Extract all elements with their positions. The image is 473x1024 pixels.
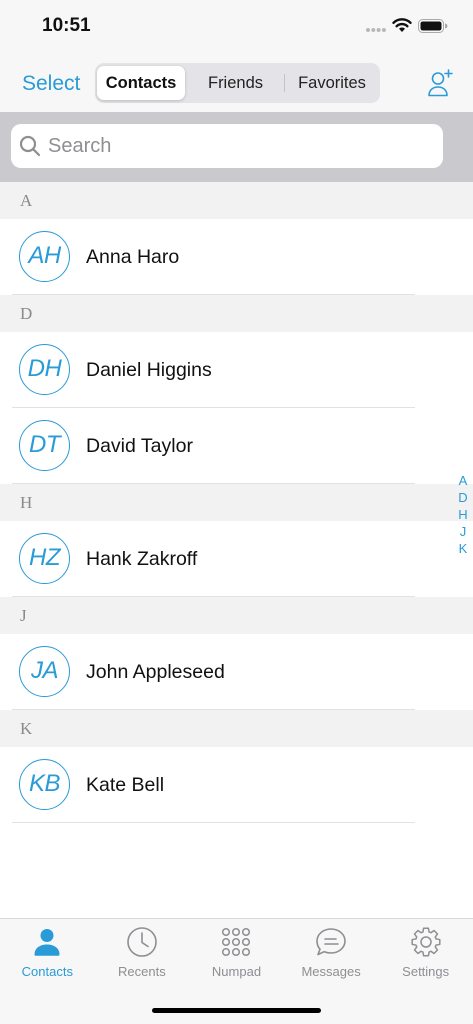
tab-settings[interactable]: Settings [378, 919, 473, 991]
tab-label: Settings [402, 964, 450, 979]
add-person-icon[interactable] [426, 68, 454, 98]
section-index[interactable]: A D H J K [453, 472, 473, 557]
status-time: 10:51 [42, 15, 91, 36]
contact-list: A AH Anna Haro D DH Daniel Higgins DT Da… [0, 182, 473, 823]
signal-dots-icon [366, 28, 386, 32]
contact-row[interactable]: DH Daniel Higgins [0, 332, 473, 408]
tab-label: Recents [118, 964, 166, 979]
section-header-j: J [0, 597, 473, 634]
index-letter[interactable]: H [453, 506, 473, 523]
section-header-k: K [0, 710, 473, 747]
person-icon [30, 926, 64, 958]
tab-contacts[interactable]: Contacts [0, 919, 95, 991]
home-indicator[interactable] [152, 1008, 321, 1013]
top-bar: 10:51 Select Contacts Friends Favorites [0, 0, 473, 112]
avatar: JA [19, 646, 70, 697]
numpad-icon [219, 926, 253, 958]
tab-numpad[interactable]: Numpad [189, 919, 284, 991]
contact-row[interactable]: JA John Appleseed [0, 634, 473, 710]
search-bar-area [0, 112, 473, 182]
section-header-a: A [0, 182, 473, 219]
clock-icon [125, 926, 159, 958]
tab-label: Contacts [21, 964, 73, 979]
search-icon [19, 135, 41, 157]
index-letter[interactable]: J [453, 523, 473, 540]
contact-name: Daniel Higgins [86, 359, 212, 381]
segmented-control: Contacts Friends Favorites [95, 63, 380, 103]
battery-icon [418, 19, 448, 33]
tab-label: Messages [301, 964, 361, 979]
segment-divider [284, 74, 285, 92]
avatar: HZ [19, 533, 70, 584]
index-letter[interactable]: D [453, 489, 473, 506]
wifi-icon [392, 18, 412, 32]
avatar: DT [19, 420, 70, 471]
contact-name: Anna Haro [86, 246, 180, 268]
segment-friends[interactable]: Friends [185, 66, 286, 100]
chat-bubble-icon [314, 926, 348, 958]
tab-recents[interactable]: Recents [95, 919, 190, 991]
avatar: AH [19, 231, 70, 282]
contact-name: David Taylor [86, 435, 193, 457]
contact-name: John Appleseed [86, 661, 225, 683]
select-button[interactable]: Select [22, 71, 80, 97]
index-letter[interactable]: K [453, 540, 473, 557]
gear-icon [409, 926, 443, 958]
contact-name: Kate Bell [86, 774, 165, 796]
contact-row[interactable]: HZ Hank Zakroff [0, 521, 473, 597]
contact-row[interactable]: KB Kate Bell [0, 747, 473, 823]
contact-row[interactable]: DT David Taylor [0, 408, 473, 484]
section-header-h: H [0, 484, 473, 521]
section-header-d: D [0, 295, 473, 332]
contact-row[interactable]: AH Anna Haro [0, 219, 473, 295]
search-input[interactable] [48, 124, 433, 168]
segment-contacts[interactable]: Contacts [97, 66, 185, 100]
segment-favorites[interactable]: Favorites [286, 66, 378, 100]
contact-name: Hank Zakroff [86, 548, 198, 570]
tab-messages[interactable]: Messages [284, 919, 379, 991]
tab-label: Numpad [211, 964, 262, 979]
search-field[interactable] [11, 124, 443, 168]
avatar: KB [19, 759, 70, 810]
index-letter[interactable]: A [453, 472, 473, 489]
avatar: DH [19, 344, 70, 395]
